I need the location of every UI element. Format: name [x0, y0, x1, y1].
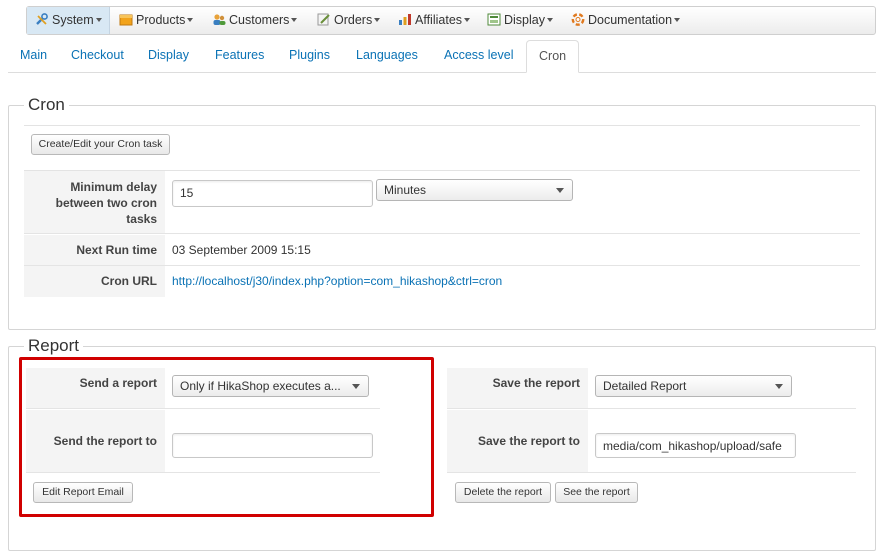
- menu-documentation[interactable]: Documentation: [571, 7, 681, 34]
- tab-languages[interactable]: Languages: [344, 40, 430, 73]
- menu-label: Affiliates: [415, 13, 463, 27]
- menu-label: Customers: [229, 13, 290, 27]
- top-menu-bar: System Products Customers Orders Affilia…: [26, 6, 876, 35]
- display-icon: [487, 13, 501, 26]
- highlight-box: [19, 357, 434, 517]
- min-delay-label: Minimum delay between two cron tasks: [24, 171, 165, 234]
- pen-icon: [317, 13, 330, 26]
- chevron-down-icon: [95, 18, 102, 22]
- save-report-label: Save the report: [447, 368, 588, 409]
- chevron-down-icon: [556, 188, 564, 193]
- save-report-to-label: Save the report to: [447, 410, 588, 473]
- cron-legend: Cron: [24, 95, 69, 115]
- report-legend: Report: [24, 336, 84, 356]
- wrench-icon: [36, 13, 48, 25]
- delay-unit-select[interactable]: Minutes: [376, 179, 573, 201]
- chevron-down-icon: [291, 18, 298, 22]
- menu-label: Orders: [334, 13, 373, 27]
- menu-system[interactable]: System: [27, 7, 110, 34]
- config-tabs: Main Checkout Display Features Plugins L…: [8, 40, 876, 73]
- tab-checkout[interactable]: Checkout: [59, 40, 136, 73]
- menu-display[interactable]: Display: [487, 7, 553, 34]
- chevron-down-icon: [674, 18, 681, 22]
- cron-url-label: Cron URL: [24, 266, 165, 297]
- cron-url-link[interactable]: http://localhost/j30/index.php?option=co…: [172, 274, 502, 288]
- menu-products[interactable]: Products: [119, 7, 194, 34]
- next-run-value: 03 September 2009 15:15: [172, 243, 311, 257]
- menu-label: System: [52, 13, 94, 27]
- menu-label: Documentation: [588, 13, 673, 27]
- delete-report-button[interactable]: Delete the report: [455, 482, 551, 503]
- divider: [24, 125, 860, 126]
- create-cron-button[interactable]: Create/Edit your Cron task: [31, 134, 170, 155]
- chevron-down-icon: [464, 18, 471, 22]
- chevron-down-icon: [374, 18, 381, 22]
- menu-affiliates[interactable]: Affiliates: [398, 7, 471, 34]
- menu-label: Display: [504, 13, 545, 27]
- tab-main[interactable]: Main: [8, 40, 59, 73]
- menu-label: Products: [136, 13, 186, 27]
- tab-features[interactable]: Features: [203, 40, 276, 73]
- select-value: Minutes: [384, 183, 427, 197]
- chevron-down-icon: [775, 384, 783, 389]
- lifebuoy-icon: [571, 13, 585, 26]
- tab-display[interactable]: Display: [136, 40, 201, 73]
- menu-customers[interactable]: Customers: [212, 7, 298, 34]
- menu-orders[interactable]: Orders: [317, 7, 381, 34]
- tab-plugins[interactable]: Plugins: [277, 40, 342, 73]
- affiliates-icon: [399, 14, 411, 25]
- see-report-button[interactable]: See the report: [555, 482, 638, 503]
- box-icon: [119, 14, 133, 26]
- chevron-down-icon: [187, 18, 194, 22]
- chevron-down-icon: [547, 18, 553, 22]
- next-run-label: Next Run time: [24, 235, 165, 266]
- save-report-select[interactable]: Detailed Report: [595, 375, 792, 397]
- select-value: Detailed Report: [603, 379, 687, 393]
- users-icon: [213, 14, 226, 25]
- tab-cron[interactable]: Cron: [526, 40, 580, 73]
- tab-access-level[interactable]: Access level: [432, 40, 525, 73]
- save-report-to-input[interactable]: media/com_hikashop/upload/safe: [595, 433, 796, 458]
- min-delay-input[interactable]: 15: [172, 180, 373, 207]
